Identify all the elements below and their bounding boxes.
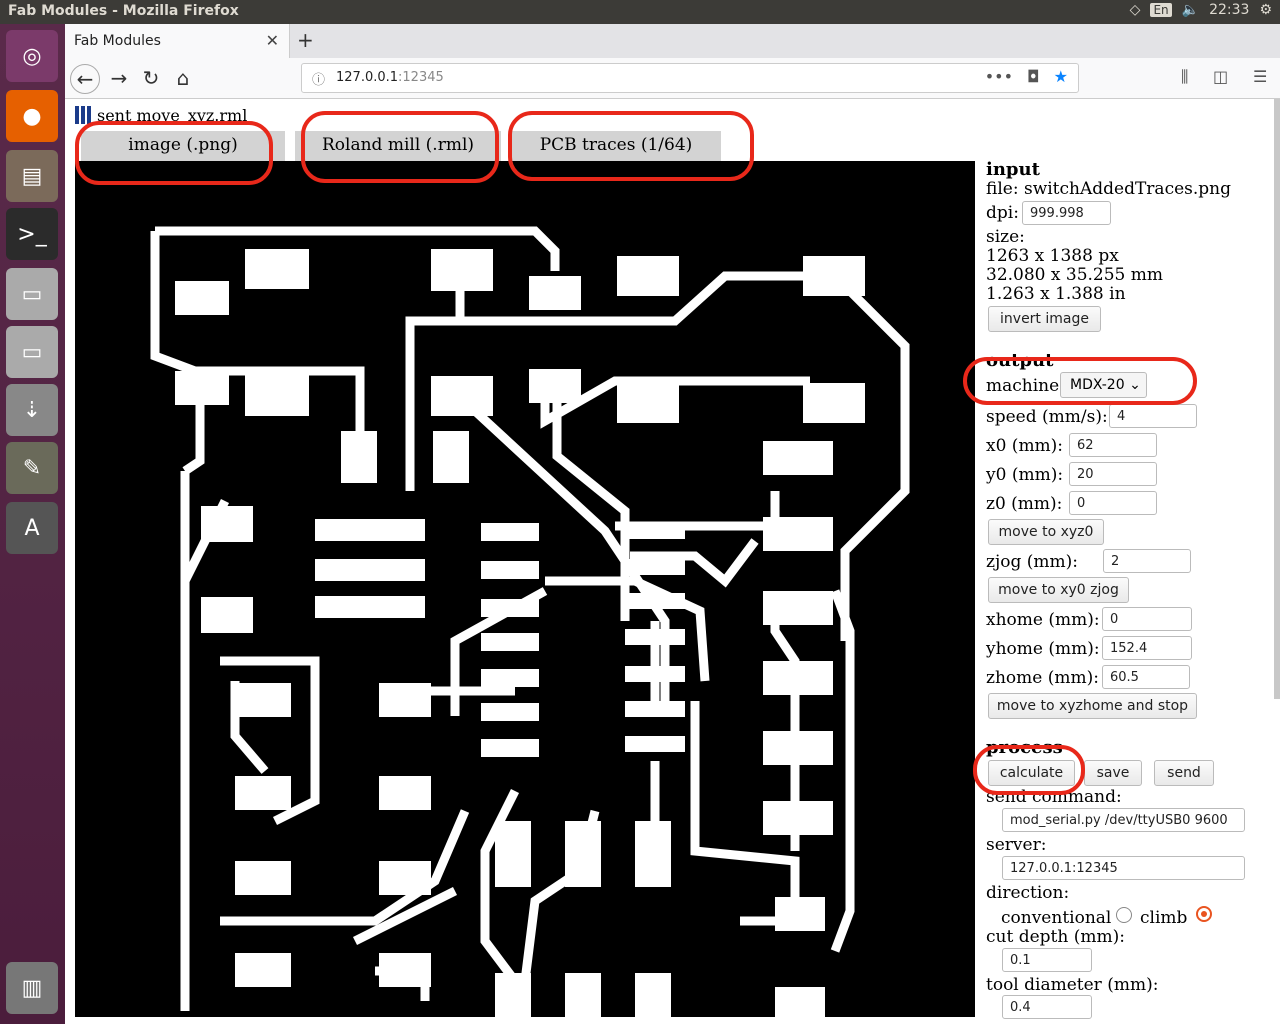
- annotation-circle-pcb-tab: [508, 111, 754, 181]
- control-panel: input file: switchAddedTraces.png dpi: 9…: [986, 159, 1276, 1019]
- firefox-icon[interactable]: ●: [6, 90, 58, 142]
- terminal-icon[interactable]: >_: [6, 208, 58, 260]
- ubuntu-dash-icon[interactable]: ◎: [6, 30, 58, 82]
- size-in: 1.263 x 1.388 in: [986, 284, 1126, 304]
- size-mm: 32.080 x 35.255 mm: [986, 265, 1164, 285]
- new-tab-button[interactable]: +: [297, 28, 314, 52]
- climb-label: climb: [1140, 908, 1188, 928]
- annotation-circle-machine: [963, 357, 1197, 405]
- reload-icon[interactable]: ↻: [137, 64, 165, 92]
- menu-icon[interactable]: ☰: [1253, 67, 1267, 86]
- trash-icon[interactable]: ▥: [6, 962, 58, 1014]
- back-arrow-icon[interactable]: ←: [70, 64, 100, 94]
- server-input[interactable]: 127.0.0.1:12345: [1002, 856, 1245, 880]
- conventional-radio[interactable]: [1116, 907, 1132, 923]
- conventional-label: conventional: [1001, 908, 1112, 928]
- annotation-circle-roland-tab: [301, 111, 499, 183]
- drive-2-icon[interactable]: ▭: [6, 326, 58, 378]
- pocket-icon[interactable]: ◘: [1027, 67, 1040, 86]
- annotation-circle-image-tab: [75, 121, 273, 185]
- input-heading: input: [986, 159, 1040, 180]
- annotation-circle-calculate: [973, 745, 1085, 795]
- tool-diameter-input[interactable]: 0.4: [1002, 995, 1092, 1019]
- save-button[interactable]: save: [1084, 760, 1142, 786]
- move-to-xy0-zjog-button[interactable]: move to xy0 zjog: [988, 577, 1129, 603]
- sidebar-icon[interactable]: ◫: [1213, 67, 1228, 86]
- gimp-icon[interactable]: ✎: [6, 442, 58, 494]
- dpi-label: dpi:: [986, 203, 1019, 223]
- size-px: 1263 x 1388 px: [986, 246, 1119, 266]
- system-top-bar: Fab Modules - Mozilla Firefox ◇ En 🔈 22:…: [0, 0, 1280, 24]
- dpi-input[interactable]: 999.998: [1022, 201, 1111, 225]
- gear-icon[interactable]: ⚙: [1259, 2, 1272, 18]
- x0-input[interactable]: 62: [1069, 433, 1157, 457]
- y0-input[interactable]: 20: [1069, 462, 1157, 486]
- invert-image-button[interactable]: invert image: [988, 306, 1101, 332]
- navigation-bar: ← → ↻ ⌂ ⓘ 127.0.0.1:12345 ••• ◘ ★ ⫼ ◫ ☰: [65, 58, 1280, 99]
- close-icon[interactable]: ✕: [266, 31, 279, 50]
- language-indicator[interactable]: En: [1150, 3, 1172, 17]
- pcb-traces-drawing: [150, 226, 910, 1017]
- climb-radio[interactable]: [1196, 906, 1212, 922]
- zhome-input[interactable]: 60.5: [1102, 665, 1190, 689]
- move-to-xyz0-button[interactable]: move to xyz0: [988, 519, 1104, 545]
- move-to-xyzhome-button[interactable]: move to xyzhome and stop: [988, 693, 1197, 719]
- xhome-input[interactable]: 0: [1102, 607, 1192, 631]
- direction-label: direction:: [986, 883, 1070, 903]
- launcher: ◎ ● ▤ >_ ▭ ▭ ⇣ ✎ A ▥: [0, 24, 65, 1024]
- send-command-input[interactable]: mod_serial.py /dev/ttyUSB0 9600: [1002, 808, 1245, 832]
- software-updater-icon[interactable]: A: [6, 502, 58, 554]
- cut-depth-input[interactable]: 0.1: [1002, 948, 1092, 972]
- yhome-label: yhome (mm):: [986, 639, 1100, 659]
- z0-input[interactable]: 0: [1069, 491, 1157, 515]
- yhome-input[interactable]: 152.4: [1102, 636, 1192, 660]
- cut-depth-label: cut depth (mm):: [986, 927, 1125, 947]
- tab-title: Fab Modules: [74, 33, 161, 49]
- zjog-input[interactable]: 2: [1103, 549, 1191, 573]
- size-label: size:: [986, 227, 1025, 247]
- page-actions-icon[interactable]: •••: [985, 67, 1013, 86]
- file-manager-icon[interactable]: ▤: [6, 150, 58, 202]
- home-icon[interactable]: ⌂: [169, 64, 197, 92]
- bookmark-star-icon[interactable]: ★: [1054, 67, 1068, 86]
- forward-arrow-icon[interactable]: →: [105, 64, 133, 92]
- pcb-trace-image: [75, 161, 975, 1017]
- y0-label: y0 (mm):: [986, 465, 1064, 485]
- info-icon[interactable]: ⓘ: [312, 69, 325, 88]
- drive-icon[interactable]: ▭: [6, 268, 58, 320]
- file-label: file: switchAddedTraces.png: [986, 179, 1231, 199]
- usb-drive-icon[interactable]: ⇣: [6, 384, 58, 436]
- zjog-label: zjog (mm):: [986, 552, 1078, 572]
- tool-diameter-label: tool diameter (mm):: [986, 975, 1159, 995]
- xhome-label: xhome (mm):: [986, 610, 1100, 630]
- server-label: server:: [986, 835, 1047, 855]
- speed-label: speed (mm/s):: [986, 407, 1108, 427]
- tab-fab-modules[interactable]: Fab Modules ✕: [65, 24, 290, 58]
- send-button[interactable]: send: [1154, 760, 1214, 786]
- z0-label: z0 (mm):: [986, 494, 1063, 514]
- url-text[interactable]: 127.0.0.1:12345: [336, 70, 444, 85]
- url-bar[interactable]: ⓘ 127.0.0.1:12345 ••• ◘ ★: [301, 63, 1079, 93]
- library-icon[interactable]: ⫼: [1181, 67, 1188, 87]
- wifi-icon[interactable]: ◇: [1130, 2, 1141, 18]
- window-title: Fab Modules - Mozilla Firefox: [8, 3, 239, 19]
- zhome-label: zhome (mm):: [986, 668, 1099, 688]
- page-content: sent move_xyz.rml image (.png) Roland mi…: [65, 99, 1280, 1024]
- tab-bar: Fab Modules ✕ +: [65, 24, 1280, 58]
- volume-icon[interactable]: 🔈: [1182, 2, 1199, 18]
- speed-input[interactable]: 4: [1109, 404, 1197, 428]
- clock[interactable]: 22:33: [1209, 2, 1249, 18]
- scrollbar[interactable]: [1274, 99, 1280, 699]
- x0-label: x0 (mm):: [986, 436, 1064, 456]
